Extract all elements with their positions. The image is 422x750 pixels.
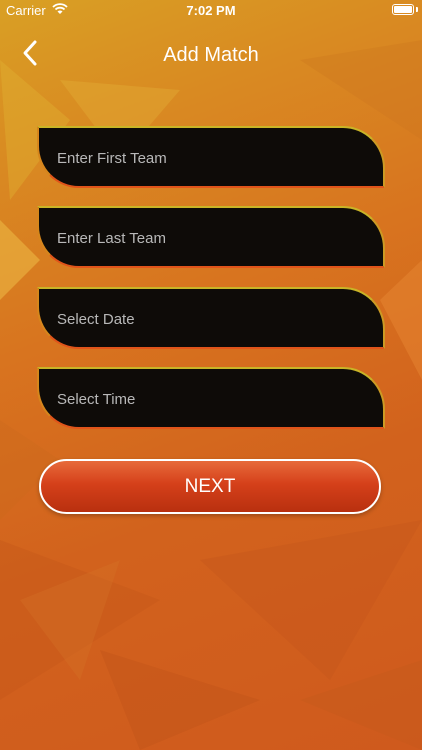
first-team-field[interactable] <box>37 126 385 188</box>
last-team-field[interactable] <box>37 206 385 268</box>
page-title: Add Match <box>163 44 259 66</box>
next-button[interactable]: NEXT <box>39 459 381 514</box>
first-team-input[interactable] <box>55 128 359 188</box>
navigation-bar: Add Match <box>0 30 422 80</box>
battery-tip <box>416 7 418 12</box>
time-field[interactable] <box>37 367 385 429</box>
last-team-input[interactable] <box>55 208 359 268</box>
battery-icon <box>392 4 414 15</box>
time-input[interactable] <box>55 369 359 429</box>
date-input[interactable] <box>55 289 359 349</box>
status-bar: Carrier 7:02 PM <box>0 0 422 22</box>
date-field[interactable] <box>37 287 385 349</box>
clock: 7:02 PM <box>186 3 236 18</box>
